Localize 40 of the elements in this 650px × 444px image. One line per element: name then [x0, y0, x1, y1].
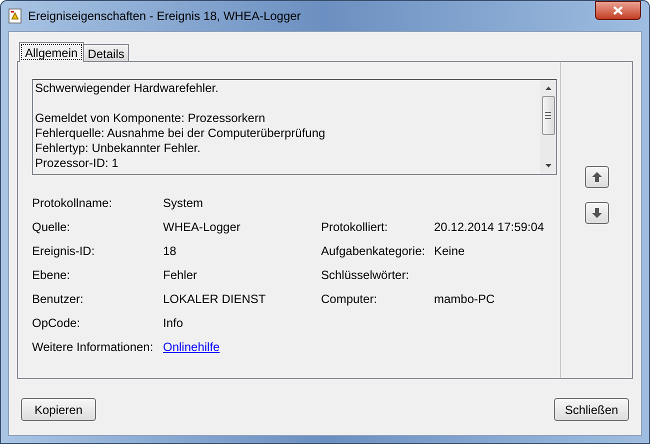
field-value: 20.12.2014 17:59:04 [434, 219, 544, 236]
field-value: Info [163, 315, 184, 332]
window-title: Ereigniseigenschaften - Ereignis 18, WHEA-Logger [28, 8, 301, 25]
field-label: Computer: [321, 291, 378, 308]
field-value: WHEA-Logger [163, 219, 240, 236]
close-button[interactable] [595, 1, 641, 20]
description-line: Fehlertyp: Unbekannter Fehler. [35, 141, 202, 156]
scroll-thumb[interactable] [542, 96, 554, 135]
field-label: Ebene: [32, 267, 70, 284]
field-label: Benutzer: [32, 291, 84, 308]
close-icon [613, 6, 623, 15]
description-line: Fehlerquelle: Ausnahme bei der Computerüberprüfung [35, 126, 326, 141]
tab[interactable]: Allgemein [19, 42, 84, 62]
field-label: Aufgabenkategorie: [321, 243, 426, 260]
description-line: Schwerwiegender Hardwarefehler. [35, 81, 220, 96]
scrollbar[interactable] [540, 80, 556, 174]
tab[interactable]: Details [82, 44, 130, 61]
description-line: Gemeldet von Komponente: Prozessorkern [35, 111, 266, 126]
field-label: Schlüsselwörter: [321, 267, 410, 284]
description-line: Prozessor-ID: 1 [35, 156, 120, 171]
field-value: LOKALER DIENST [163, 291, 266, 308]
help-link[interactable]: Onlinehilfe [163, 338, 220, 356]
copy-button[interactable]: Kopieren [21, 398, 96, 421]
previous-event-button[interactable] [584, 166, 608, 188]
field-value: System [163, 195, 204, 212]
close-dialog-button[interactable]: Schließen [554, 398, 629, 421]
field-label: Protokolliert: [321, 219, 388, 236]
field-value: 18 [163, 243, 176, 260]
event-log-icon [8, 8, 22, 24]
next-event-button[interactable] [584, 202, 608, 224]
field-label: Weitere Informationen: [32, 339, 154, 356]
field-value: mambo-PC [434, 291, 495, 308]
field-label: Quelle: [32, 219, 70, 236]
field-label: OpCode: [32, 315, 80, 332]
field-label: Ereignis-ID: [32, 243, 95, 260]
field-label: Protokollname: [32, 195, 112, 212]
field-value: Fehler [163, 267, 198, 284]
arrow-up-icon [590, 171, 602, 183]
field-value: Keine [434, 243, 465, 260]
arrow-down-icon [590, 207, 602, 219]
